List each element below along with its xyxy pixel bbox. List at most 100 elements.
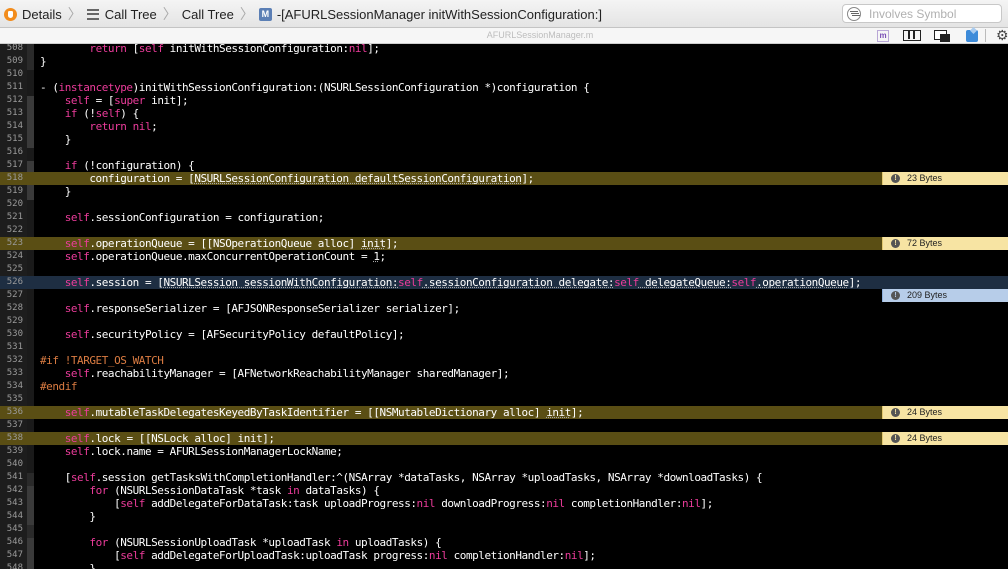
code-line[interactable]: 529 xyxy=(0,315,1008,328)
code-line[interactable]: 543 [self addDelegateForDataTask:task up… xyxy=(0,497,1008,510)
code-line[interactable]: 528 self.responseSerializer = [AFJSONRes… xyxy=(0,302,1008,315)
code-line[interactable]: 523 self.operationQueue = [[NSOperationQ… xyxy=(0,237,1008,250)
allocation-size-annotation[interactable]: ! 23 Bytes xyxy=(882,172,1008,185)
code-line[interactable]: 527 xyxy=(0,289,1008,302)
code-token: ]; xyxy=(385,237,399,250)
code-line[interactable]: 546 for (NSURLSessionUploadTask *uploadT… xyxy=(0,536,1008,549)
code-line[interactable]: 513 if (!self) { xyxy=(0,107,1008,120)
line-number: 547 xyxy=(6,550,23,560)
code-line[interactable]: 530 self.securityPolicy = [AFSecurityPol… xyxy=(0,328,1008,341)
code-line[interactable]: 509} xyxy=(0,55,1008,68)
code-token: init]; xyxy=(144,94,189,107)
code-line[interactable]: 517 if (!configuration) { xyxy=(0,159,1008,172)
code-line[interactable]: 510 xyxy=(0,68,1008,81)
allocation-size-annotation[interactable]: ! 24 Bytes xyxy=(882,406,1008,419)
code-text: for (NSURLSessionUploadTask *uploadTask … xyxy=(40,536,441,549)
code-token: dataTasks) { xyxy=(299,484,380,497)
code-line[interactable]: 547 [self addDelegateForUploadTask:uploa… xyxy=(0,549,1008,562)
line-number: 539 xyxy=(6,446,23,456)
code-text: self.mutableTaskDelegatesKeyedByTaskIden… xyxy=(40,406,584,419)
breadcrumb-method[interactable]: M -[AFURLSessionManager initWithSessionC… xyxy=(258,0,602,28)
code-line[interactable]: 531 xyxy=(0,341,1008,354)
code-token: self xyxy=(64,445,90,458)
code-line[interactable]: 548 } xyxy=(0,562,1008,569)
code-line[interactable]: 534 #endif xyxy=(0,380,1008,393)
code-text: if (!configuration) { xyxy=(40,159,195,172)
code-line[interactable]: 515 } xyxy=(0,133,1008,146)
code-token: nil xyxy=(682,497,701,510)
filter-placeholder: Involves Symbol xyxy=(869,6,957,21)
code-token: (!configuration) { xyxy=(77,159,195,172)
code-line[interactable]: 539 self.lock.name = AFURLSessionManager… xyxy=(0,445,1008,458)
code-line[interactable]: 537 xyxy=(0,419,1008,432)
code-line[interactable]: 520 xyxy=(0,198,1008,211)
code-line[interactable]: 518 configuration = [NSURLSessionConfigu… xyxy=(0,172,1008,185)
line-number: 517 xyxy=(6,160,23,170)
code-line[interactable]: 536 self.mutableTaskDelegatesKeyedByTask… xyxy=(0,406,1008,419)
code-line[interactable]: 519 } xyxy=(0,185,1008,198)
line-number: 526 xyxy=(6,277,23,287)
line-number: 532 xyxy=(6,355,23,365)
code-token: (NSURLSessionUploadTask *uploadTask xyxy=(107,536,337,549)
line-number: 509 xyxy=(6,56,23,66)
code-line[interactable]: 544 } xyxy=(0,510,1008,523)
code-line[interactable]: 532 #if !TARGET_OS_WATCH xyxy=(0,354,1008,367)
gear-icon[interactable]: ⚙ xyxy=(996,27,1008,43)
line-number: 543 xyxy=(6,498,23,508)
code-token: self xyxy=(95,107,121,120)
line-number: 525 xyxy=(6,264,23,274)
code-token: #if !TARGET_OS_WATCH xyxy=(40,354,164,367)
allocation-bytes-label: 24 Bytes xyxy=(907,407,943,417)
code-line[interactable]: 545 xyxy=(0,523,1008,536)
instruments-toolbar: Details 〉 Call Tree 〉 Call Tree 〉 M -[AF… xyxy=(0,0,1008,28)
code-line[interactable]: 512 self = [super init]; xyxy=(0,94,1008,107)
objc-file-icon[interactable]: m xyxy=(877,30,889,42)
code-line[interactable]: 533 self.reachabilityManager = [AFNetwor… xyxy=(0,367,1008,380)
code-line[interactable]: 542 for (NSURLSessionDataTask *task in d… xyxy=(0,484,1008,497)
allocation-size-annotation[interactable]: ! 24 Bytes xyxy=(882,432,1008,445)
line-number: 528 xyxy=(6,303,23,313)
code-line[interactable]: 538 self.lock = [[NSLock alloc] init]; xyxy=(0,432,1008,445)
line-number: 536 xyxy=(6,407,23,417)
code-text: for (NSURLSessionDataTask *task in dataT… xyxy=(40,484,380,497)
breadcrumb-label: -[AFURLSessionManager initWithSessionCon… xyxy=(276,6,602,22)
code-token: ) { xyxy=(120,107,139,120)
code-line[interactable]: 521 self.sessionConfiguration = configur… xyxy=(0,211,1008,224)
code-token: ]; xyxy=(570,406,584,419)
code-line[interactable]: 524 self.operationQueue.maxConcurrentOpe… xyxy=(0,250,1008,263)
code-token: addDelegateForUploadTask:uploadTask prog… xyxy=(144,549,429,562)
code-token: .lock = [[NSLock alloc] init]; xyxy=(89,432,275,445)
code-line[interactable]: 508 return [self initWithSessionConfigur… xyxy=(0,44,1008,55)
open-in-window-icon[interactable] xyxy=(934,30,951,42)
columns-view-icon[interactable] xyxy=(903,30,921,41)
code-line[interactable]: 541 [self.session getTasksWithCompletion… xyxy=(0,471,1008,484)
code-token: super xyxy=(114,94,145,107)
involves-symbol-filter[interactable]: Involves Symbol xyxy=(842,4,1002,23)
code-token: self xyxy=(64,406,90,419)
code-line[interactable]: 511 - (instancetype)initWithSessionConfig… xyxy=(0,81,1008,94)
breadcrumb-call-tree[interactable]: Call Tree xyxy=(182,0,234,28)
code-token: .sessionConfiguration = configuration; xyxy=(89,211,324,224)
code-line[interactable]: 522 xyxy=(0,224,1008,237)
line-number: 531 xyxy=(6,342,23,352)
breadcrumb-details[interactable]: Details xyxy=(4,0,62,28)
code-text: } xyxy=(40,55,47,68)
code-line[interactable]: 514 return nil; xyxy=(0,120,1008,133)
code-token: .operationQueue xyxy=(756,276,849,289)
code-token: .session getTasksWithCompletionHandler:^… xyxy=(95,471,763,484)
code-line[interactable]: 540 xyxy=(0,458,1008,471)
code-text: self.sessionConfiguration = configuratio… xyxy=(40,211,325,224)
line-number: 542 xyxy=(6,485,23,495)
code-text: } xyxy=(40,510,96,523)
line-number: 537 xyxy=(6,420,23,430)
allocation-size-annotation[interactable]: ! 72 Bytes xyxy=(882,237,1008,250)
breadcrumb-call-tree-view[interactable]: Call Tree xyxy=(86,0,157,28)
source-code-editor[interactable]: 508 return [self initWithSessionConfigur… xyxy=(0,44,1008,569)
code-line[interactable]: 525 xyxy=(0,263,1008,276)
code-line[interactable]: 535 xyxy=(0,393,1008,406)
code-line[interactable]: 516 xyxy=(0,146,1008,159)
open-in-xcode-icon[interactable] xyxy=(966,30,978,42)
code-line[interactable]: 526 self.session = [NSURLSession session… xyxy=(0,276,1008,289)
